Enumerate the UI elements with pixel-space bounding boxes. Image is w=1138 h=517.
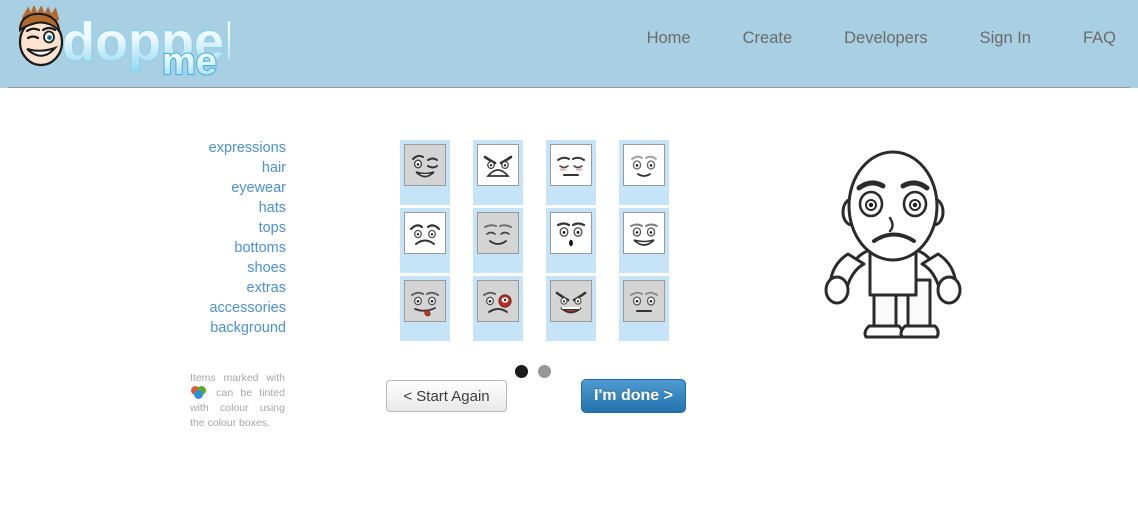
start-again-button[interactable]: < Start Again bbox=[386, 380, 507, 412]
expression-tired-blush-icon[interactable] bbox=[550, 144, 592, 186]
tint-note-text-before: Items marked with bbox=[190, 372, 285, 384]
thumbnail-cell-5[interactable] bbox=[400, 208, 450, 273]
nav-faq[interactable]: FAQ bbox=[1057, 24, 1116, 52]
avatar-preview bbox=[812, 140, 992, 350]
sidebar-item-background[interactable]: background bbox=[150, 318, 286, 338]
thumbnail-cell-6[interactable] bbox=[473, 208, 523, 273]
expression-black-eye-icon[interactable] bbox=[477, 280, 519, 322]
thumbnail-cell-7[interactable] bbox=[546, 208, 596, 273]
im-done-button[interactable]: I'm done > bbox=[581, 379, 686, 413]
header-divider bbox=[8, 87, 1130, 88]
nav-developers[interactable]: Developers bbox=[818, 24, 953, 52]
thumbnail-cell-11[interactable] bbox=[546, 276, 596, 341]
site-logo[interactable]: doppel me bbox=[10, 6, 230, 82]
expression-blank-stare-icon[interactable] bbox=[623, 280, 665, 322]
avatar-artwork bbox=[824, 150, 962, 339]
site-header: doppel me Home Create Developers Sign In… bbox=[0, 0, 1138, 88]
colour-palette-icon bbox=[191, 386, 208, 399]
thumbnail-cell-8[interactable] bbox=[619, 208, 669, 273]
expression-surprised-oh-icon[interactable] bbox=[550, 212, 592, 254]
pagination-dot-2[interactable] bbox=[538, 364, 551, 378]
sidebar-item-extras[interactable]: extras bbox=[150, 278, 287, 298]
logo-face-icon bbox=[18, 6, 64, 67]
sidebar-item-hats[interactable]: hats bbox=[150, 198, 286, 218]
thumbnail-cell-9[interactable] bbox=[400, 276, 450, 341]
category-menu: expressions hair eyewear hats tops botto… bbox=[150, 138, 286, 338]
logo-wordmark-me: me bbox=[161, 40, 218, 82]
nav-home[interactable]: Home bbox=[621, 24, 717, 52]
palette-blue-circle bbox=[194, 390, 203, 399]
sidebar-item-shoes[interactable]: shoes bbox=[150, 258, 286, 278]
tint-help-note: Items marked with can be tinted with col… bbox=[190, 371, 285, 431]
expression-content-smile-icon[interactable] bbox=[477, 212, 519, 254]
sidebar-item-hair[interactable]: hair bbox=[150, 158, 286, 178]
main-navigation: Home Create Developers Sign In FAQ bbox=[621, 24, 1116, 52]
thumbnail-cell-4[interactable] bbox=[619, 140, 669, 205]
sidebar-item-expressions[interactable]: expressions bbox=[150, 138, 286, 158]
thumbnail-cell-12[interactable] bbox=[619, 276, 669, 341]
expression-thumbnail-grid bbox=[400, 140, 670, 345]
expression-evil-grin-icon[interactable] bbox=[550, 280, 592, 322]
nav-sign-in[interactable]: Sign In bbox=[954, 24, 1057, 52]
expression-big-grin-icon[interactable] bbox=[623, 212, 665, 254]
sidebar-item-tops[interactable]: tops bbox=[150, 218, 286, 238]
thumbnail-cell-1[interactable] bbox=[400, 140, 450, 205]
expression-neutral-smile-icon[interactable] bbox=[623, 144, 665, 186]
pagination-dot-1[interactable] bbox=[515, 364, 528, 378]
grid-pagination bbox=[515, 364, 560, 378]
sidebar-item-eyewear[interactable]: eyewear bbox=[150, 178, 286, 198]
nav-create[interactable]: Create bbox=[717, 24, 819, 52]
logo-artwork: doppel me bbox=[18, 6, 230, 82]
thumbnail-cell-10[interactable] bbox=[473, 276, 523, 341]
thumbnail-cell-3[interactable] bbox=[546, 140, 596, 205]
expression-angry-frown-icon[interactable] bbox=[477, 144, 519, 186]
thumbnail-cell-2[interactable] bbox=[473, 140, 523, 205]
svg-text:me: me bbox=[162, 41, 217, 82]
expression-tongue-out-icon[interactable] bbox=[404, 280, 446, 322]
expression-worried-sad-icon[interactable] bbox=[404, 212, 446, 254]
sidebar-item-bottoms[interactable]: bottoms bbox=[150, 238, 286, 258]
sidebar-item-accessories[interactable]: accessories bbox=[150, 298, 286, 318]
expression-winking-smile-icon[interactable] bbox=[404, 144, 446, 186]
